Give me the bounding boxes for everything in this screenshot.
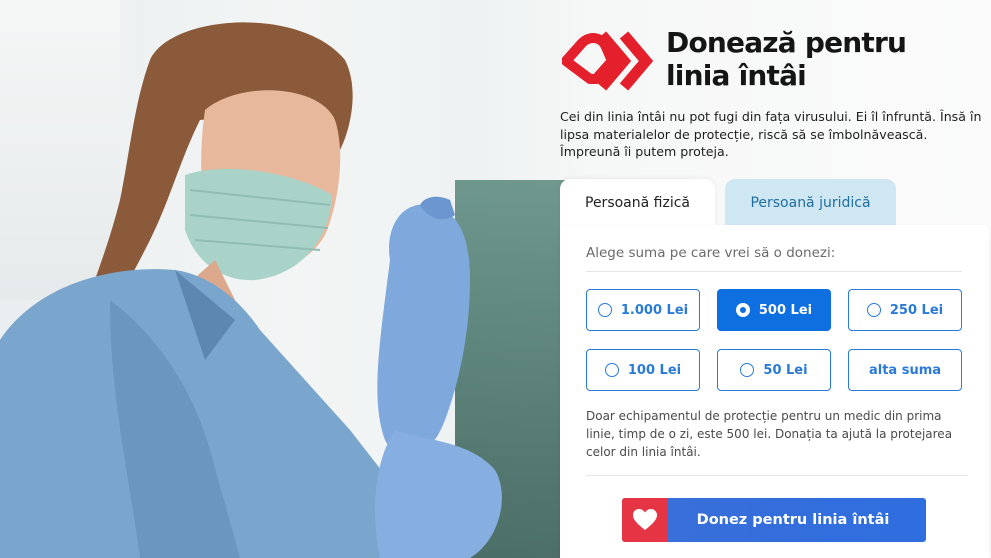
radio-icon (604, 363, 619, 377)
donate-button-label: Donez pentru linia întâi (696, 512, 890, 528)
brand-title-line1: Donează pentru (666, 26, 907, 59)
amount-label: 1.000 Lei (620, 302, 689, 318)
tab-persoana-fizica[interactable]: Persoană fizică (560, 179, 715, 226)
intro-text: Cei din linia întâi nu pot fugi din fața… (560, 109, 982, 159)
amount-option-50[interactable]: 50 Lei (717, 349, 831, 391)
amount-option-other[interactable]: alta suma (848, 349, 962, 391)
radio-selected-icon (735, 303, 750, 317)
amount-option-250[interactable]: 250 Lei (848, 289, 962, 331)
amount-option-1000[interactable]: 1.000 Lei (586, 289, 700, 331)
brand-title-line2: linia întâi (666, 59, 807, 92)
amount-label: alta suma (868, 362, 942, 378)
amount-label: 50 Lei (763, 362, 808, 378)
donate-button[interactable]: Donez pentru linia întâi (622, 498, 926, 542)
radio-icon (740, 363, 755, 377)
amount-option-500[interactable]: 500 Lei (717, 289, 831, 331)
amount-label: 250 Lei (889, 302, 944, 318)
amount-label: 500 Lei (758, 302, 813, 318)
tab-persoana-juridica[interactable]: Persoană juridică (725, 179, 896, 226)
amount-option-100[interactable]: 100 Lei (586, 349, 700, 391)
amount-prompt: Alege suma pe care vrei să o donezi: (586, 245, 962, 272)
heart-arrows-logo-icon (562, 31, 654, 91)
heart-icon (622, 498, 668, 542)
radio-icon (597, 303, 612, 317)
donation-info-text: Doar echipamentul de protecție pentru un… (586, 407, 968, 476)
nurse-illustration (0, 22, 502, 558)
brand-title: Donează pentru linia întâi (666, 26, 986, 92)
amount-label: 100 Lei (627, 362, 682, 378)
radio-icon (866, 303, 881, 317)
donation-form: Alege suma pe care vrei să o donezi: 1.0… (560, 225, 989, 558)
